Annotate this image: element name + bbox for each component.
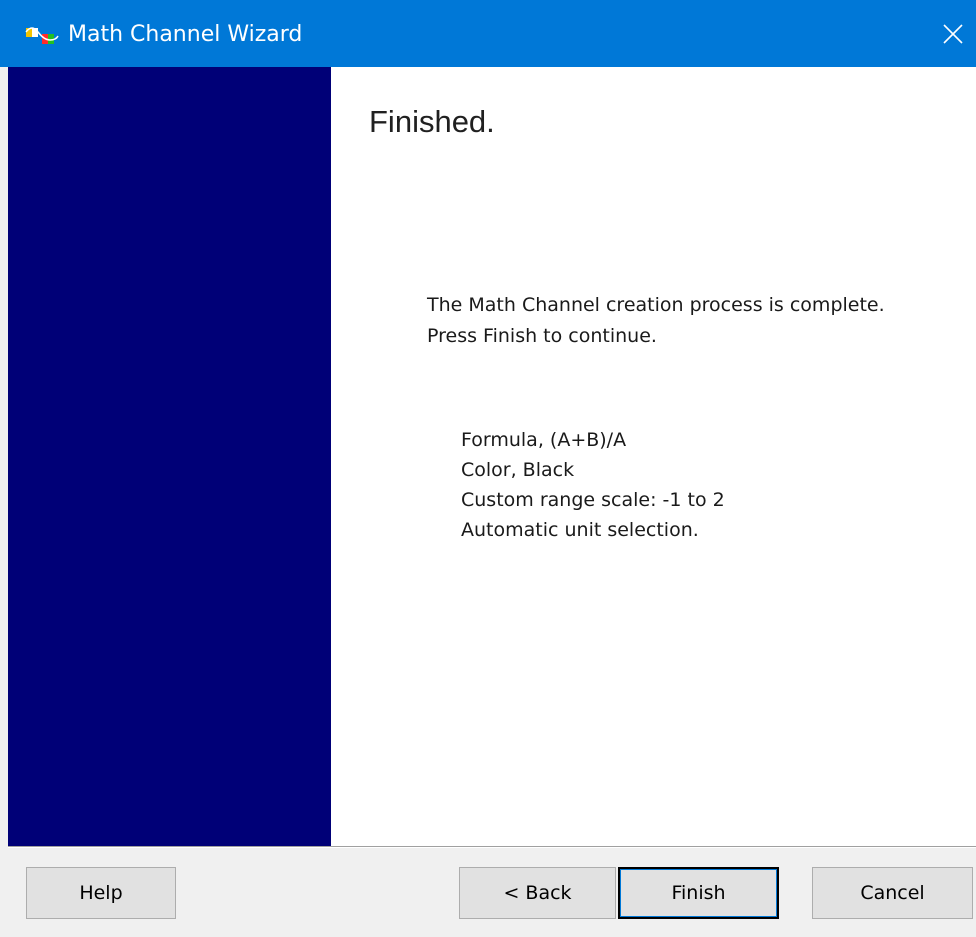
footer-divider-highlight — [8, 847, 976, 848]
cancel-button[interactable]: Cancel — [812, 867, 973, 919]
finish-button[interactable]: Finish — [618, 867, 779, 919]
math-channel-wizard-window: Math Channel Wizard Finished. The Math C… — [0, 0, 976, 937]
close-button[interactable] — [930, 10, 976, 58]
math-channel-app-icon — [25, 27, 59, 44]
window-border — [0, 67, 8, 937]
help-button[interactable]: Help — [26, 867, 176, 919]
window-title: Math Channel Wizard — [68, 22, 303, 47]
summary-range-scale: Custom range scale: -1 to 2 — [461, 489, 725, 511]
page-heading: Finished. — [369, 104, 495, 139]
wizard-side-banner — [8, 67, 331, 846]
wizard-content: Finished. The Math Channel creation proc… — [8, 67, 976, 846]
summary-formula: Formula, (A+B)/A — [461, 429, 627, 451]
continue-instruction: Press Finish to continue. — [427, 325, 657, 347]
back-button[interactable]: < Back — [459, 867, 616, 919]
summary-unit-selection: Automatic unit selection. — [461, 519, 699, 541]
title-bar[interactable]: Math Channel Wizard — [0, 0, 976, 67]
summary-color: Color, Black — [461, 459, 575, 481]
close-icon — [943, 24, 963, 44]
completion-message: The Math Channel creation process is com… — [427, 294, 885, 316]
